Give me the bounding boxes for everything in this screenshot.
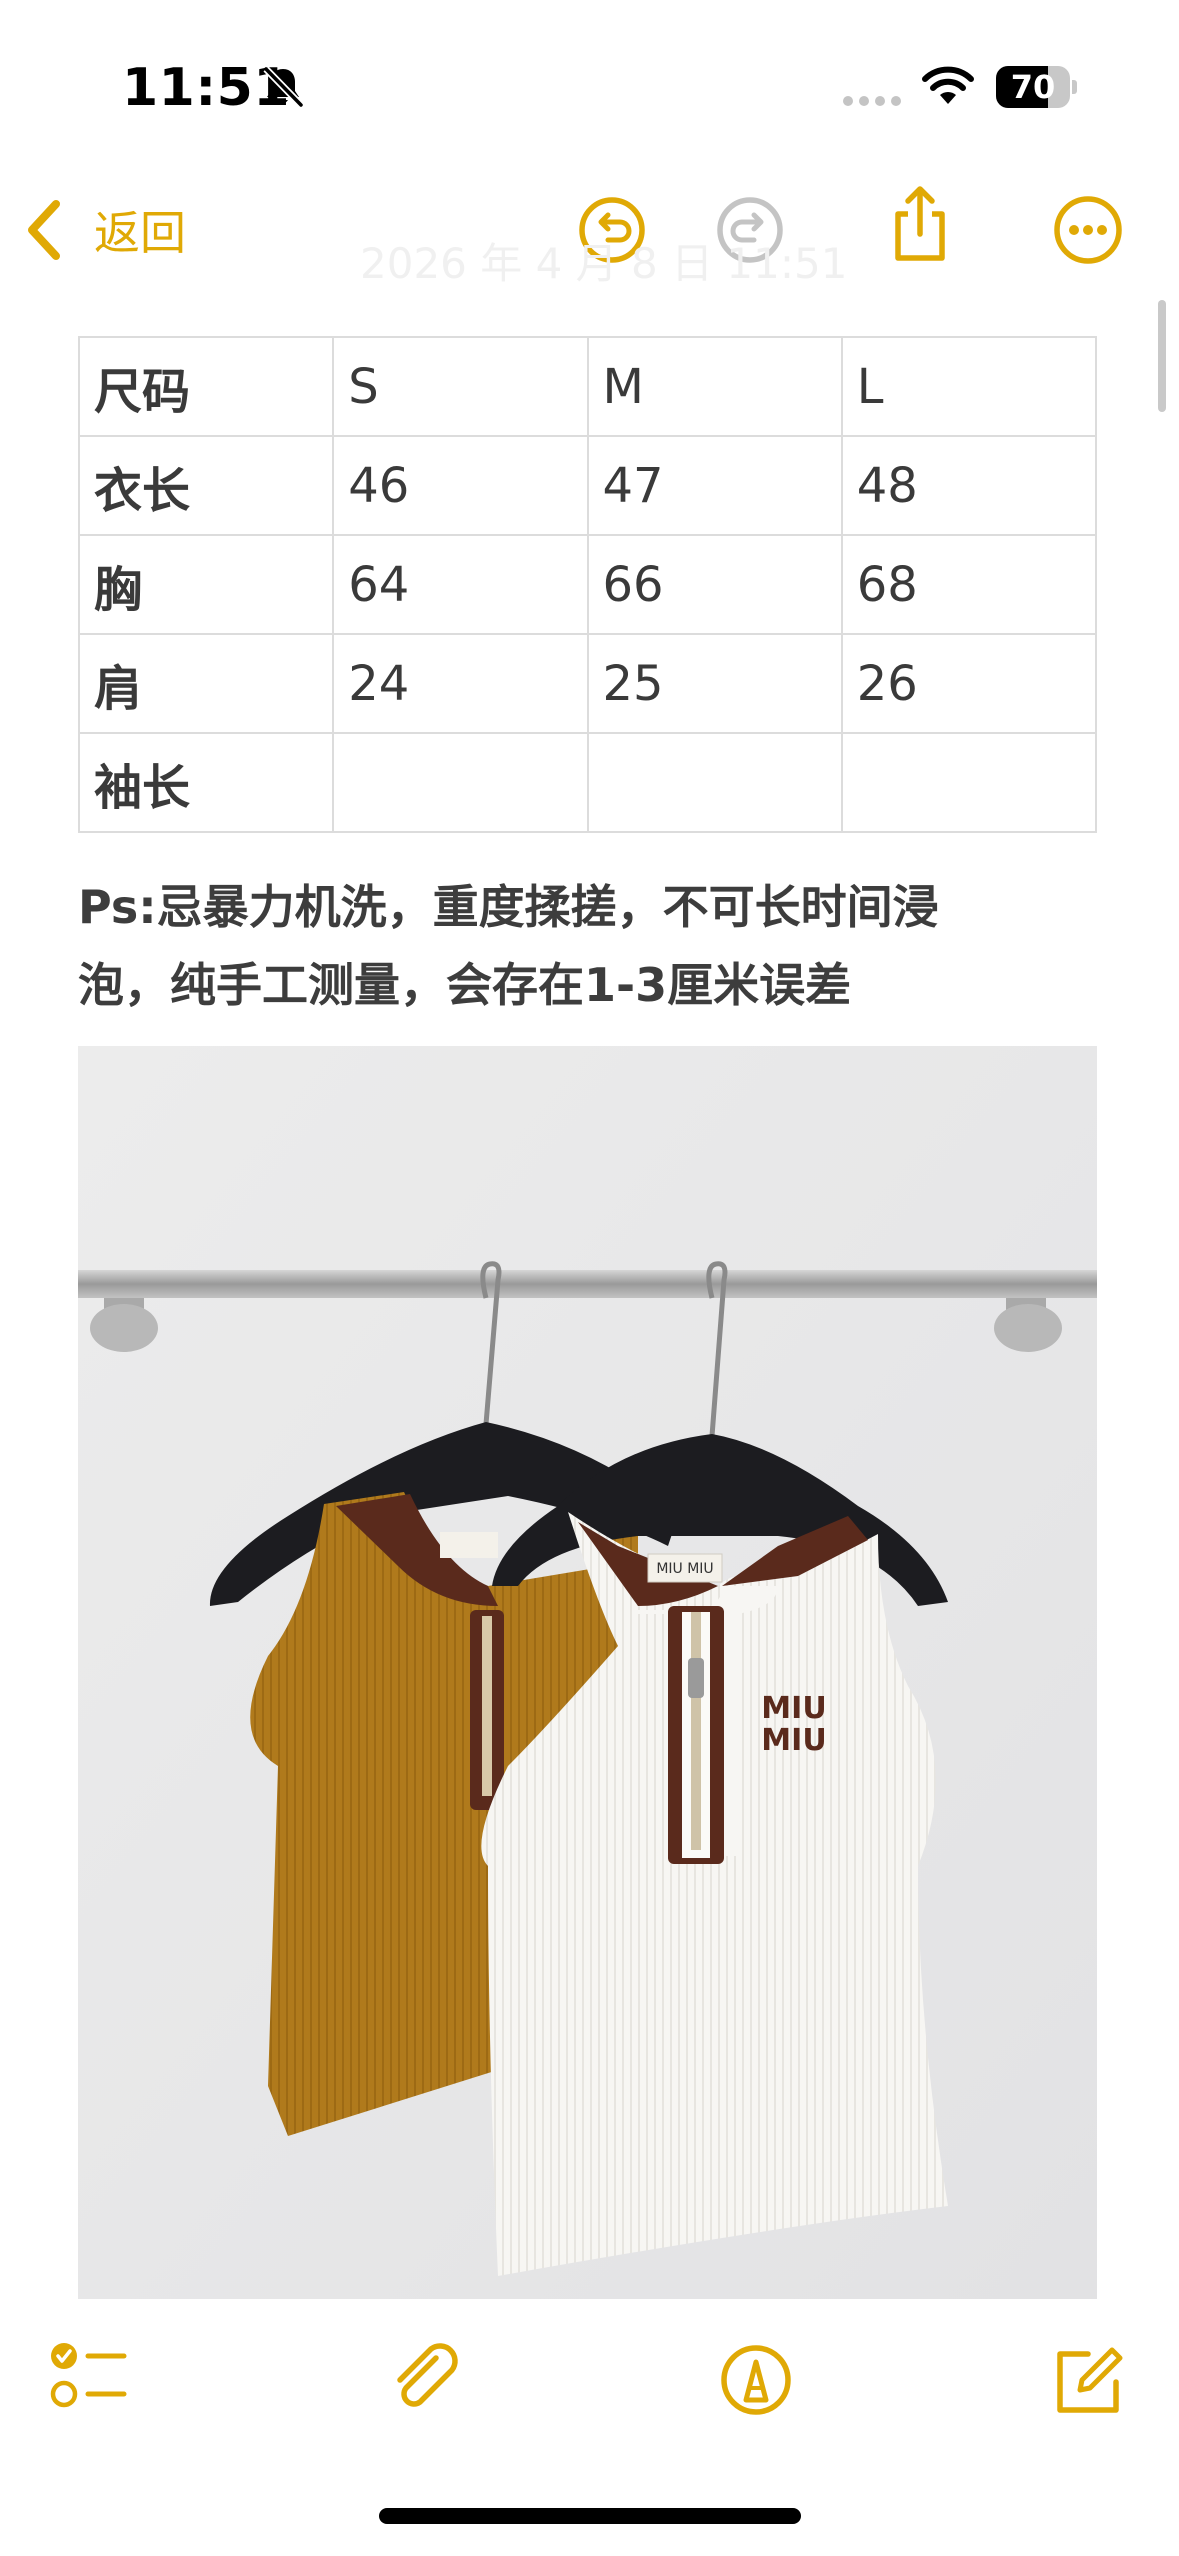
table-row: 尺码 S M L — [77, 336, 1098, 437]
table-cell[interactable]: 24 — [332, 633, 589, 734]
bell-slash-icon — [263, 66, 304, 108]
cellular-dots-icon — [843, 96, 901, 106]
back-button[interactable]: 返回 — [24, 192, 186, 268]
table-cell[interactable] — [840, 732, 1098, 833]
back-label: 返回 — [94, 206, 186, 260]
table-row: 胸 64 66 68 — [77, 534, 1098, 635]
table-row: 肩 24 25 26 — [77, 633, 1098, 734]
table-cell[interactable]: 26 — [840, 633, 1098, 734]
table-cell[interactable]: 68 — [840, 534, 1098, 635]
share-icon[interactable] — [880, 184, 960, 264]
product-photo[interactable]: MIU MIU MIU MIU — [78, 1046, 1097, 2299]
table-row: 袖长 — [77, 732, 1098, 833]
note-line: 泡，纯手工测量，会存在1-3厘米误差 — [78, 958, 852, 1012]
markup-pen-icon[interactable] — [716, 2340, 796, 2420]
table-cell[interactable]: 袖长 — [77, 732, 335, 833]
home-indicator[interactable] — [379, 2508, 801, 2524]
table-cell[interactable]: 肩 — [77, 633, 335, 734]
battery-icon: 70 — [996, 66, 1077, 108]
note-line: Ps:忌暴力机洗，重度揉搓，不可长时间浸 — [78, 880, 939, 934]
table-cell[interactable]: 46 — [332, 435, 589, 536]
size-table[interactable]: 尺码 S M L 衣长 46 47 48 胸 64 66 68 肩 24 25 … — [77, 336, 1098, 833]
status-bar: 11:51 70 — [0, 0, 1179, 150]
table-cell[interactable] — [586, 732, 843, 833]
scroll-indicator[interactable] — [1158, 300, 1166, 412]
note-date-faded: 2026 年 4 月 8 日 11:51 — [360, 239, 848, 288]
neck-label-text: MIU MIU — [656, 1561, 713, 1577]
table-cell[interactable]: L — [840, 336, 1098, 437]
logo-line-1: MIU — [761, 1691, 826, 1726]
table-cell[interactable]: S — [332, 336, 589, 437]
chevron-left-icon — [28, 200, 60, 260]
table-cell[interactable]: 47 — [586, 435, 843, 536]
note-body-text[interactable]: Ps:忌暴力机洗，重度揉搓，不可长时间浸 泡，纯手工测量，会存在1-3厘米误差 — [78, 868, 1097, 1024]
paperclip-icon[interactable] — [386, 2340, 466, 2420]
logo-line-2: MIU — [761, 1723, 826, 1758]
table-cell[interactable]: 衣长 — [77, 435, 335, 536]
table-cell[interactable] — [332, 732, 589, 833]
battery-percent: 70 — [1010, 68, 1056, 106]
table-cell[interactable]: 66 — [586, 534, 843, 635]
wifi-icon — [922, 66, 974, 104]
table-cell[interactable]: 48 — [840, 435, 1098, 536]
table-row: 衣长 46 47 48 — [77, 435, 1098, 536]
ellipsis-icon[interactable] — [1048, 190, 1128, 270]
table-cell[interactable]: 25 — [586, 633, 843, 734]
table-cell[interactable]: 64 — [332, 534, 589, 635]
table-cell[interactable]: 尺码 — [77, 336, 335, 437]
compose-icon[interactable] — [1046, 2340, 1126, 2420]
table-cell[interactable]: 胸 — [77, 534, 335, 635]
table-cell[interactable]: M — [586, 336, 843, 437]
checklist-icon[interactable] — [50, 2340, 130, 2420]
